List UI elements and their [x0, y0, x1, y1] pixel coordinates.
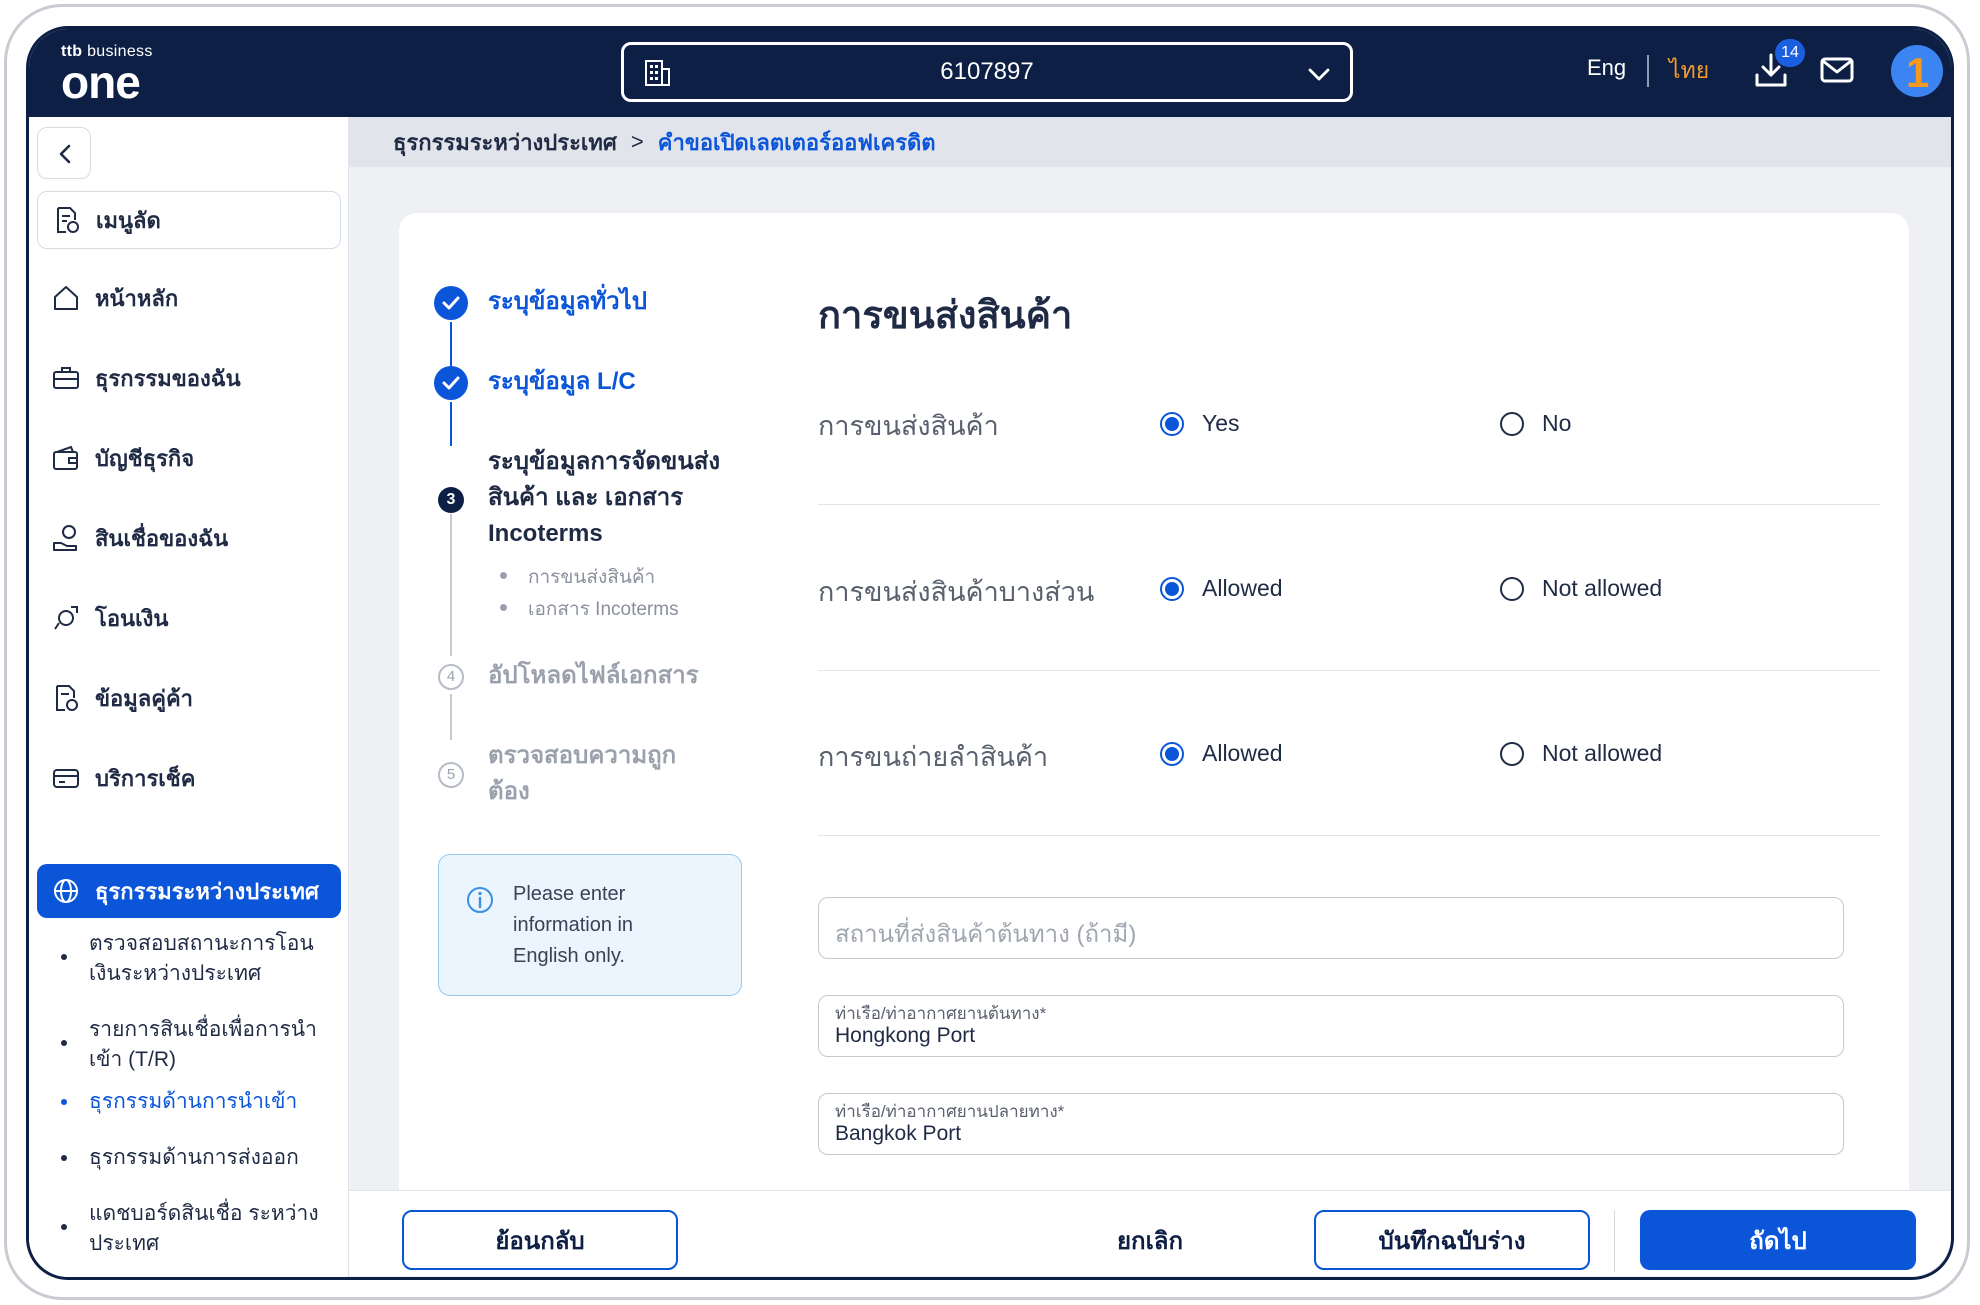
partial-shipment-not-allowed-radio[interactable] [1500, 577, 1524, 601]
ttb-business-one-logo[interactable]: ttb business one [61, 43, 181, 108]
destination-port-label: ท่าเรือ/ท่าอากาศยานปลายทาง* [835, 1102, 1065, 1121]
step-3-label: ระบุข้อมูลการจัดขนส่ง สินค้า และ เอกสาร … [488, 448, 721, 547]
destination-port-input[interactable]: ท่าเรือ/ท่าอากาศยานปลายทาง* Bangkok Port [818, 1093, 1844, 1155]
step-3-substep-shipping[interactable]: การขนส่งสินค้า [500, 562, 655, 592]
logo-one-text: one [61, 56, 141, 108]
sidebar-item-international[interactable]: ธุรกรรมระหว่างประเทศ [37, 864, 341, 918]
info-icon [467, 887, 493, 913]
step-2-label[interactable]: ระบุข้อมูล L/C [488, 364, 636, 400]
english-only-notice: Please enter information in English only… [438, 854, 742, 996]
partial-shipment-label: การขนส่งสินค้าบางส่วน [818, 577, 1095, 607]
origin-place-input[interactable]: สถานที่ส่งสินค้าต้นทาง (ถ้ามี) [818, 897, 1844, 959]
breadcrumb-root[interactable]: ธุรกรรมระหว่างประเทศ [393, 125, 617, 160]
top-bar: ttb business one 6107897 Eng ไทย 14 1 [29, 29, 1951, 117]
step-5-number-icon: 5 [438, 762, 464, 788]
partial-shipment-allowed-radio[interactable] [1160, 577, 1184, 601]
chevron-down-icon [1308, 68, 1330, 81]
briefcase-icon [53, 367, 79, 389]
transshipment-not-allowed-label[interactable]: Not allowed [1542, 740, 1662, 767]
sidebar-item-my-loans[interactable]: สินเชื่อของฉัน [37, 511, 341, 565]
back-button[interactable]: ย้อนกลับ [402, 1210, 678, 1270]
step-4-number-icon: 4 [438, 664, 464, 690]
shortcut-menu-label: เมนูลัด [96, 207, 161, 233]
destination-port-value: Bangkok Port [835, 1122, 962, 1145]
wallet-icon [53, 445, 78, 470]
step-3-number-icon: 3 [438, 487, 464, 513]
account-number: 6107897 [940, 58, 1034, 85]
shipment-no-label[interactable]: No [1542, 410, 1571, 437]
language-divider [1647, 55, 1649, 87]
app-screen: ttb business one 6107897 Eng ไทย 14 1 เม… [26, 26, 1954, 1280]
sidebar-collapse-button[interactable] [37, 127, 91, 179]
notice-line-3: English only. [513, 945, 625, 967]
account-selector[interactable]: 6107897 [621, 42, 1353, 102]
step-3-substep-incoterms[interactable]: เอกสาร Incoterms [500, 594, 679, 624]
origin-port-input[interactable]: ท่าเรือ/ท่าอากาศยานต้นทาง* Hongkong Port [818, 995, 1844, 1057]
shipment-yes-label[interactable]: Yes [1202, 410, 1240, 437]
breadcrumb-current: คำขอเปิดเลตเตอร์ออฟเครดิต [657, 129, 936, 155]
stepper-line [450, 322, 452, 368]
stepper-line [450, 694, 452, 740]
language-english[interactable]: Eng [1587, 55, 1626, 81]
partial-shipment-not-allowed-label[interactable]: Not allowed [1542, 575, 1662, 602]
step-1-check-icon [434, 286, 468, 320]
next-button[interactable]: ถัดไป [1640, 1210, 1916, 1270]
shipment-no-radio[interactable] [1500, 412, 1524, 436]
sidebar-item-home[interactable]: หน้าหลัก [37, 271, 341, 325]
step-2-check-icon [434, 366, 468, 400]
footer-separator [1614, 1210, 1615, 1272]
download-count-badge: 14 [1775, 39, 1805, 67]
sidebar-subitem-export[interactable]: ธุรกรรมด้านการส่งออก [61, 1143, 339, 1173]
notice-line-1: Please enter [513, 883, 626, 905]
step-4-label: อัปโหลดไฟล์เอกสาร [488, 662, 699, 689]
notice-line-2: information in [513, 914, 634, 936]
sidebar-item-transfer[interactable]: โอนเงิน [37, 591, 341, 645]
breadcrumb: ธุรกรรมระหว่างประเทศ > คำขอเปิดเลตเตอร์อ… [349, 117, 1951, 167]
partial-shipment-allowed-label[interactable]: Allowed [1202, 575, 1283, 602]
transfer-icon [54, 606, 78, 630]
sidebar-item-partners[interactable]: ข้อมูลคู่ค้า [37, 671, 341, 725]
row-divider [818, 504, 1880, 505]
origin-place-placeholder: สถานที่ส่งสินค้าต้นทาง (ถ้ามี) [835, 921, 1137, 948]
row-divider [818, 835, 1880, 836]
stepper-line [450, 402, 452, 446]
sidebar-item-my-transactions[interactable]: ธุรกรรมของฉัน [37, 351, 341, 405]
sidebar-item-cheque-service[interactable]: บริการเช็ค [37, 751, 341, 805]
user-avatar[interactable]: 1 [1891, 45, 1943, 97]
loan-icon [53, 525, 77, 551]
stepper-line [450, 514, 452, 656]
shipment-yes-radio[interactable] [1160, 412, 1184, 436]
cancel-button[interactable]: ยกเลิก [1080, 1210, 1220, 1270]
language-thai[interactable]: ไทย [1669, 53, 1709, 89]
transshipment-allowed-label[interactable]: Allowed [1202, 740, 1283, 767]
transshipment-not-allowed-radio[interactable] [1500, 742, 1524, 766]
step-5-label: ตรวจสอบความถูก ต้อง [488, 742, 677, 805]
row-divider [818, 670, 1880, 671]
document-shortcut-icon [57, 207, 79, 233]
breadcrumb-separator-icon: > [630, 129, 644, 154]
sidebar-subitem-dashboard[interactable]: แดชบอร์ดสินเชื่อ ระหว่าง ประเทศ [61, 1199, 339, 1259]
sidebar-subitem-import[interactable]: ธุรกรรมด้านการนำเข้า [61, 1087, 339, 1117]
building-icon [645, 60, 670, 86]
sidebar-subitem-trust-receipt[interactable]: รายการสินเชื่อเพื่อการนำ เข้า (T/R) [61, 1015, 339, 1075]
transshipment-label: การขนถ่ายลำสินค้า [818, 742, 1049, 772]
sidebar-item-business-account[interactable]: บัญชีธุรกิจ [37, 431, 341, 485]
sidebar-subitem-transfer-status[interactable]: ตรวจสอบสถานะการโอน เงินระหว่างประเทศ [61, 929, 339, 989]
partner-icon [56, 685, 78, 711]
shipment-label: การขนส่งสินค้า [818, 411, 999, 441]
shortcut-menu-button[interactable]: เมนูลัด [37, 191, 341, 249]
origin-port-label: ท่าเรือ/ท่าอากาศยานต้นทาง* [835, 1004, 1047, 1023]
cheque-icon [53, 769, 79, 788]
section-title: การขนส่งสินค้า [818, 295, 1073, 337]
save-draft-button[interactable]: บันทึกฉบับร่าง [1314, 1210, 1590, 1270]
origin-port-value: Hongkong Port [835, 1024, 976, 1047]
chevron-left-icon [59, 144, 71, 164]
sidebar: เมนูลัด หน้าหลัก ธุรกรรมของฉัน บัญชีธุรก… [29, 117, 349, 1277]
mail-icon[interactable] [1819, 55, 1855, 85]
home-icon [54, 286, 78, 310]
step-1-label[interactable]: ระบุข้อมูลทั่วไป [488, 284, 647, 320]
globe-icon [54, 879, 78, 903]
transshipment-allowed-radio[interactable] [1160, 742, 1184, 766]
